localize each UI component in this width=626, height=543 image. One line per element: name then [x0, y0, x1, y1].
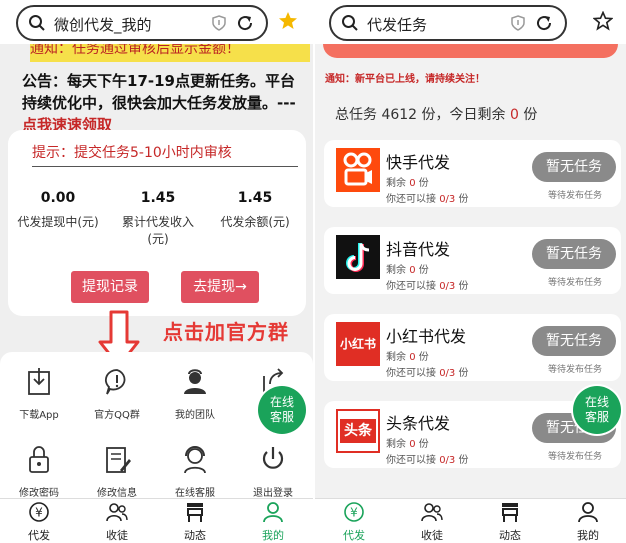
search-icon [342, 15, 358, 31]
star-icon[interactable] [278, 11, 298, 31]
task-remaining: 剩余 0 份 [386, 178, 429, 189]
svg-text:¥: ¥ [35, 506, 43, 520]
tasks-screen: 代发任务 通知：新平台已上线，请持续关注！ 总任务 4612 份，今日剩余 0 … [313, 0, 626, 543]
waiting-text: 等待发布任务 [548, 365, 603, 375]
task-name: 头条代发 [386, 414, 451, 433]
yen-icon: ¥ [29, 502, 49, 522]
address-text: 代发任务 [367, 16, 428, 34]
task-name: 快手代发 [386, 153, 451, 172]
address-bar[interactable]: 代发任务 [329, 5, 567, 41]
task-card-douyin: 抖音代发 剩余 0 份 你还可以接 0/3 份 暂无任务 等待发布任务 [324, 227, 621, 294]
profile-screen: 微创代发_我的 通知：任务通过审核后显示金额！ 公告：每天下午17-19点更新任… [0, 0, 313, 543]
join-group-callout: 点击加官方群 [163, 320, 289, 344]
stat-withdrawing: 0.00 代发提现中(元) [17, 190, 99, 229]
tab-recruit[interactable]: 收徒 [393, 501, 471, 543]
grid-official-qq-group[interactable]: 官方QQ群 [78, 364, 156, 421]
users-icon [421, 503, 443, 522]
withdraw-button[interactable]: 去提现→ [181, 271, 259, 303]
store-icon [187, 503, 203, 522]
shield-icon[interactable] [511, 15, 525, 31]
no-task-button[interactable]: 暂无任务 [532, 326, 616, 356]
task-totals: 总任务 4612 份，今日剩余 0 份 [335, 107, 538, 123]
grid-logout[interactable]: 退出登录 [234, 442, 312, 499]
users-icon [106, 503, 128, 522]
person-icon [263, 502, 283, 523]
grid-online-service[interactable]: 在线客服 [156, 442, 234, 499]
platform-notice: 通知：新平台已上线，请持续关注！ [325, 74, 485, 85]
download-icon [28, 368, 50, 395]
task-capacity: 你还可以接 0/3 份 [386, 455, 469, 466]
task-capacity: 你还可以接 0/3 份 [386, 368, 469, 379]
star-outline-icon[interactable] [593, 11, 613, 31]
grid-edit-info[interactable]: 修改信息 [78, 442, 156, 499]
waiting-text: 等待发布任务 [548, 278, 603, 288]
tab-dispatch[interactable]: ¥ 代发 [315, 501, 393, 543]
waiting-text: 等待发布任务 [548, 191, 603, 201]
online-service-button[interactable]: 在线 客服 [258, 386, 306, 434]
task-card-xiaohongshu: 小红书 小红书代发 剩余 0 份 你还可以接 0/3 份 暂无任务 等待发布任务 [324, 314, 621, 381]
task-remaining: 剩余 0 份 [386, 352, 429, 363]
tab-mine[interactable]: 我的 [234, 501, 312, 543]
search-icon [29, 15, 45, 31]
online-service-button[interactable]: 在线 客服 [573, 386, 621, 434]
power-icon [262, 447, 284, 469]
lock-icon [29, 446, 49, 473]
reload-icon[interactable] [236, 14, 254, 32]
no-task-button[interactable]: 暂无任务 [532, 152, 616, 182]
tab-bar: ¥ 代发 收徒 动态 我的 [0, 498, 313, 543]
xiaohongshu-logo: 小红书 [336, 322, 380, 366]
reload-icon[interactable] [535, 14, 553, 32]
browser-bar: 微创代发_我的 [0, 0, 313, 44]
person-icon [578, 502, 598, 523]
notice-marquee: 通知：任务通过审核后显示金额！ [30, 44, 310, 62]
tab-news[interactable]: 动态 [471, 501, 549, 543]
grid-change-password[interactable]: 修改密码 [0, 442, 78, 499]
stat-balance: 1.45 代发余额(元) [220, 190, 290, 229]
douyin-logo [336, 235, 380, 279]
grid-download-app[interactable]: 下载App [0, 364, 78, 421]
tab-mine[interactable]: 我的 [549, 501, 626, 543]
team-icon [184, 369, 206, 394]
task-remaining: 剩余 0 份 [386, 265, 429, 276]
tab-bar: ¥ 代发 收徒 动态 我的 [315, 498, 626, 543]
no-task-button[interactable]: 暂无任务 [532, 239, 616, 269]
task-remaining: 剩余 0 份 [386, 439, 429, 450]
task-name: 抖音代发 [386, 240, 451, 259]
edit-icon [106, 447, 131, 473]
store-icon [502, 503, 518, 522]
tab-recruit[interactable]: 收徒 [78, 501, 156, 543]
review-hint: 提示：提交任务5-10小时内审核 [32, 142, 298, 167]
withdraw-history-button[interactable]: 提现记录 [71, 271, 149, 303]
service-icon [184, 446, 206, 474]
task-card-kuaishou: 快手代发 剩余 0 份 你还可以接 0/3 份 暂无任务 等待发布任务 [324, 140, 621, 207]
yen-icon: ¥ [344, 502, 364, 522]
task-capacity: 你还可以接 0/3 份 [386, 194, 469, 205]
address-bar[interactable]: 微创代发_我的 [16, 5, 268, 41]
address-text: 微创代发_我的 [54, 16, 152, 34]
waiting-text: 等待发布任务 [548, 452, 603, 462]
svg-text:¥: ¥ [350, 506, 358, 520]
toutiao-logo: 头条 [336, 409, 380, 453]
tab-news[interactable]: 动态 [156, 501, 234, 543]
browser-bar: 代发任务 [315, 0, 626, 44]
grid-my-team[interactable]: 我的团队 [156, 364, 234, 421]
shield-icon[interactable] [212, 15, 226, 31]
announcement: 公告：每天下午17-19点更新任务。平台持续优化中，很快会加大任务发放量。---… [22, 72, 296, 134]
earnings-card: 提示：提交任务5-10小时内审核 0.00 代发提现中(元) 1.45 累计代发… [8, 130, 306, 316]
kuaishou-logo [336, 148, 380, 192]
banner-strip [323, 44, 618, 58]
qq-group-icon [104, 369, 126, 395]
task-name: 小红书代发 [386, 327, 467, 346]
stat-total-income: 1.45 累计代发收入(元) [121, 190, 194, 246]
tab-dispatch[interactable]: ¥ 代发 [0, 501, 78, 543]
task-capacity: 你还可以接 0/3 份 [386, 281, 469, 292]
